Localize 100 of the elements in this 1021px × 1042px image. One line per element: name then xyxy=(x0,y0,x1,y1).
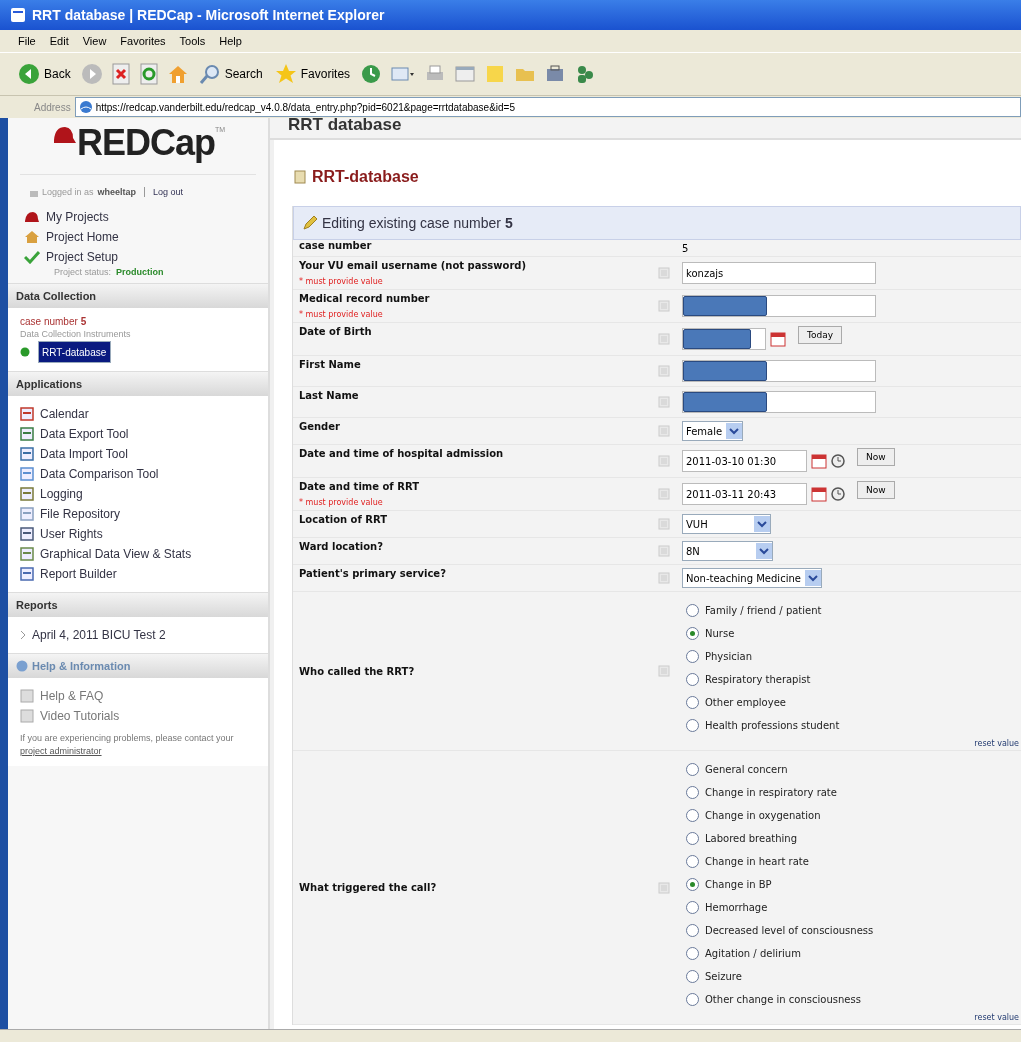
text-field[interactable] xyxy=(682,360,876,382)
radio-button[interactable] xyxy=(686,855,699,868)
option-label: General concern xyxy=(705,764,788,775)
application-link[interactable]: Report Builder xyxy=(40,567,117,581)
reset-value-link[interactable]: reset value xyxy=(974,1013,1019,1022)
dropdown[interactable]: VUH xyxy=(682,514,771,534)
forward-icon[interactable] xyxy=(80,63,103,85)
dropdown[interactable]: 8N xyxy=(682,541,773,561)
today-button[interactable]: Today xyxy=(798,326,843,344)
pencil-icon xyxy=(302,215,318,231)
administrator-link[interactable]: project administrator xyxy=(20,746,102,756)
date-field[interactable] xyxy=(682,328,766,350)
field-label: Ward location? xyxy=(299,541,384,552)
app-icon xyxy=(20,507,34,521)
reset-value-link[interactable]: reset value xyxy=(974,739,1019,748)
field-label: Your VU email username (not password) xyxy=(299,260,528,271)
radio-button[interactable] xyxy=(686,947,699,960)
search-button[interactable]: Search xyxy=(196,63,265,85)
radio-button[interactable] xyxy=(686,832,699,845)
record-label: case number xyxy=(20,316,78,327)
clock-icon[interactable] xyxy=(831,454,845,468)
refresh-icon[interactable] xyxy=(138,63,159,85)
address-label: Address xyxy=(34,101,71,113)
project-link[interactable]: Project Setup xyxy=(46,250,119,264)
required-note: * must provide value xyxy=(299,310,384,319)
app-icon xyxy=(20,407,34,421)
clock-icon[interactable] xyxy=(831,487,845,501)
application-link[interactable]: File Repository xyxy=(40,507,121,521)
application-link[interactable]: Logging xyxy=(40,487,83,501)
help-link[interactable]: Help & FAQ xyxy=(40,689,104,703)
menu-item[interactable]: Favorites xyxy=(120,35,166,47)
field-label: Patient's primary service? xyxy=(299,568,447,579)
text-field[interactable]: konzajs xyxy=(682,262,876,284)
browser-icon xyxy=(10,7,26,23)
history-icon[interactable] xyxy=(360,63,383,85)
application-link[interactable]: Data Export Tool xyxy=(40,427,129,441)
favorites-button[interactable]: Favorites xyxy=(272,63,353,85)
radio-button[interactable] xyxy=(686,924,699,937)
radio-button[interactable] xyxy=(686,627,699,640)
option-label: Respiratory therapist xyxy=(705,674,811,685)
logout-link[interactable]: Log out xyxy=(153,187,184,197)
application-link[interactable]: Data Comparison Tool xyxy=(40,467,159,481)
window-title: RRT database | REDCap - Microsoft Internet Explorer xyxy=(32,7,385,23)
dropdown[interactable]: Non-teaching Medicine xyxy=(682,568,822,588)
section-heading: Data Collection xyxy=(8,283,268,308)
option-label: Hemorrhage xyxy=(705,902,768,913)
option-label: Family / friend / patient xyxy=(705,605,822,616)
project-link[interactable]: Project Home xyxy=(46,230,119,244)
option-label: Other employee xyxy=(705,697,786,708)
help-link[interactable]: Video Tutorials xyxy=(40,709,120,723)
radio-button[interactable] xyxy=(686,719,699,732)
radio-button[interactable] xyxy=(686,809,699,822)
record-number: 5 xyxy=(80,316,87,327)
application-link[interactable]: User Rights xyxy=(40,527,103,541)
radio-button[interactable] xyxy=(686,993,699,1006)
calendar-icon[interactable] xyxy=(770,331,786,347)
application-link[interactable]: Data Import Tool xyxy=(40,447,128,461)
text-field[interactable] xyxy=(682,391,876,413)
option-label: Nurse xyxy=(705,628,735,639)
project-link[interactable]: My Projects xyxy=(46,210,109,224)
option-label: Change in BP xyxy=(705,879,772,890)
menu-item[interactable]: View xyxy=(82,35,107,47)
dropdown[interactable]: Female xyxy=(682,421,744,441)
stop-icon[interactable] xyxy=(110,63,131,85)
now-button[interactable]: Now xyxy=(857,448,895,466)
app-icon xyxy=(20,467,34,481)
field-label: Date and time of hospital admission xyxy=(299,448,505,459)
application-link[interactable]: Graphical Data View & Stats xyxy=(40,547,192,561)
address-field[interactable]: https://redcap.vanderbilt.edu/redcap_v4.0.8/data_entry.php?pid=6021&page=rrtdatabase&id=5 xyxy=(74,97,1021,117)
menu-item[interactable]: Tools xyxy=(179,35,206,47)
menu-item[interactable]: Edit xyxy=(49,35,69,47)
application-link[interactable]: Calendar xyxy=(40,407,89,421)
now-button[interactable]: Now xyxy=(857,481,895,499)
calendar-icon[interactable] xyxy=(811,486,827,502)
datetime-field[interactable]: 2011-03-10 01:30 xyxy=(682,450,807,472)
login-prefix: Logged in as xyxy=(42,187,94,197)
radio-button[interactable] xyxy=(686,673,699,686)
field-label: Who called the RRT? xyxy=(299,665,416,677)
section-heading: Help & Information xyxy=(32,660,131,672)
calendar-icon[interactable] xyxy=(811,453,827,469)
window-icon[interactable] xyxy=(454,63,477,85)
instrument-link[interactable]: RRT-database xyxy=(38,341,112,363)
radio-button[interactable] xyxy=(686,696,699,709)
datetime-field[interactable]: 2011-03-11 20:43 xyxy=(682,483,807,505)
radio-button[interactable] xyxy=(686,878,699,891)
menu-item[interactable]: File xyxy=(18,35,36,47)
document-icon xyxy=(20,709,34,723)
radio-button[interactable] xyxy=(686,786,699,799)
radio-button[interactable] xyxy=(686,604,699,617)
app-icon xyxy=(20,427,34,441)
menu-item[interactable]: Help xyxy=(219,35,242,47)
checkmark-icon xyxy=(24,250,40,264)
radio-button[interactable] xyxy=(686,901,699,914)
radio-button[interactable] xyxy=(686,763,699,776)
radio-button[interactable] xyxy=(686,970,699,983)
radio-button[interactable] xyxy=(686,650,699,663)
text-field[interactable] xyxy=(682,295,876,317)
field-value: 5 xyxy=(682,242,689,254)
field-label: Date and time of RRT xyxy=(299,481,420,492)
back-button[interactable]: Back xyxy=(16,63,73,85)
